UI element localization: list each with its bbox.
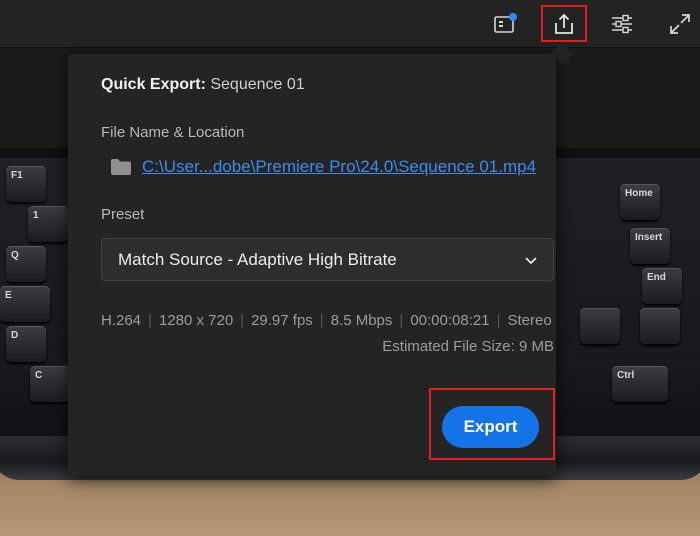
title-label: Quick Export: [101, 76, 206, 93]
file-location-label: File Name & Location [101, 124, 245, 141]
keyboard-key: Q [6, 246, 46, 282]
sliders-icon [612, 14, 632, 34]
export-settings-summary: H.264 | 1280 x 720 | 29.97 fps | 8.5 Mbps | 00:0… [101, 312, 552, 329]
keyboard-key: End [642, 268, 682, 304]
preset-label: Preset [101, 206, 145, 223]
sequence-name: Sequence 01 [210, 76, 305, 93]
file-path-link[interactable]: C:\User...dobe\Premiere Pro\24.0\Sequenc… [142, 157, 536, 177]
bitrate: 8.5 Mbps [330, 312, 393, 329]
export-button[interactable]: Export [442, 406, 539, 448]
quick-export-button[interactable] [541, 5, 587, 42]
estimated-file-size: Estimated File Size: 9 MB [382, 338, 554, 355]
audio-channels: Stereo [507, 312, 552, 329]
preset-value: Match Source - Adaptive High Bitrate [118, 249, 397, 269]
keyboard-key: C [30, 366, 70, 402]
duration: 00:00:08:21 [410, 312, 490, 329]
settings-button[interactable] [602, 6, 642, 42]
premiere-viewer: F1 1 Q E D C Ctrl Home Insert End Quick … [0, 0, 700, 536]
folder-icon [111, 159, 131, 175]
viewer-toolbar [0, 0, 700, 48]
keyboard-key: D [6, 326, 46, 362]
share-export-icon [555, 13, 573, 34]
preset-dropdown[interactable]: Match Source - Adaptive High Bitrate [101, 238, 554, 281]
keyboard-key: Insert [630, 228, 670, 264]
fullscreen-icon [670, 14, 690, 34]
quick-export-panel: Quick Export: Sequence 01 File Name & Lo… [68, 54, 556, 476]
keyboard-key: F1 [6, 166, 46, 202]
keyboard-key: Ctrl [612, 366, 668, 402]
captions-button[interactable] [485, 6, 525, 42]
frame-rate: 29.97 fps [251, 312, 313, 329]
captions-icon [494, 13, 517, 33]
panel-title: Quick Export: Sequence 01 [101, 76, 305, 94]
codec: H.264 [101, 312, 142, 329]
keyboard-key: Home [620, 184, 660, 220]
keyboard-key [580, 308, 620, 344]
fullscreen-button[interactable] [660, 6, 700, 42]
keyboard-key: E [0, 286, 50, 322]
notification-badge [509, 13, 517, 21]
file-path-row: C:\User...dobe\Premiere Pro\24.0\Sequenc… [110, 157, 536, 177]
resolution: 1280 x 720 [158, 312, 234, 329]
chevron-down-icon [525, 256, 537, 264]
keyboard-key [640, 308, 680, 344]
keyboard-key: 1 [28, 206, 68, 242]
